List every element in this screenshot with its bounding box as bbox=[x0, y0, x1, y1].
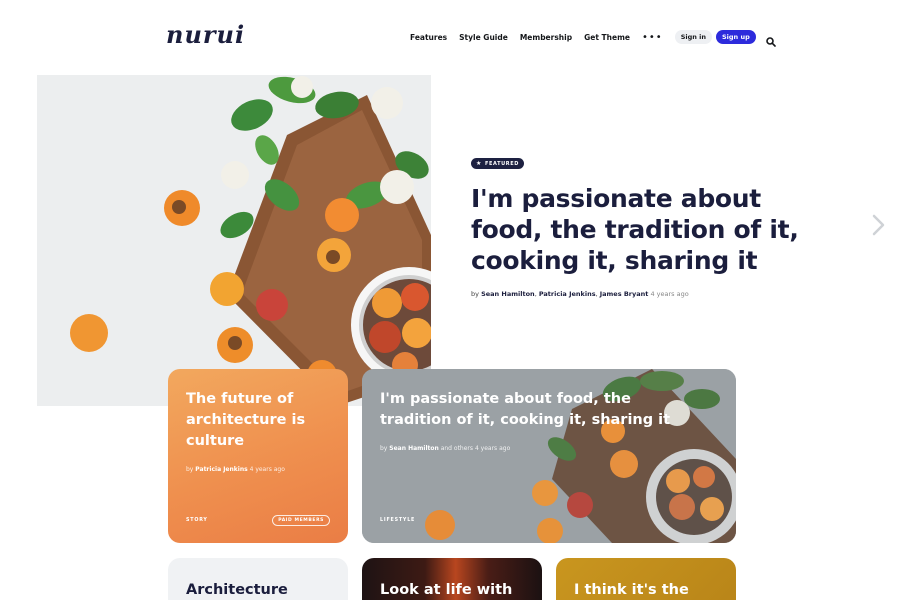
nav-membership[interactable]: Membership bbox=[520, 33, 572, 42]
main-nav: Features Style Guide Membership Get Them… bbox=[410, 30, 776, 47]
site-header: nurui Features Style Guide Membership Ge… bbox=[0, 0, 900, 72]
featured-badge-label: FEATURED bbox=[484, 160, 519, 167]
signup-button[interactable]: Sign up bbox=[716, 30, 756, 44]
chevron-right-icon[interactable] bbox=[868, 212, 888, 238]
post-tag[interactable]: LIFESTYLE bbox=[380, 518, 415, 523]
by-label: by bbox=[380, 445, 388, 452]
site-logo[interactable]: nurui bbox=[166, 20, 245, 49]
post-time: 4 years ago bbox=[474, 445, 511, 452]
featured-post: ★ FEATURED I'm passionate about food, th… bbox=[471, 150, 811, 298]
signin-button[interactable]: Sign in bbox=[674, 30, 712, 44]
post-card[interactable]: I'm passionate about food, the tradition… bbox=[362, 369, 736, 543]
post-tag[interactable]: STORY bbox=[186, 518, 208, 523]
author-link[interactable]: Patricia Jenkins bbox=[195, 466, 247, 473]
nav-style-guide[interactable]: Style Guide bbox=[459, 33, 508, 42]
nav-features[interactable]: Features bbox=[410, 33, 447, 42]
post-card-title[interactable]: I'm passionate about food, the tradition… bbox=[380, 389, 680, 431]
others-label: and others bbox=[440, 445, 474, 452]
more-menu-icon[interactable]: ••• bbox=[642, 32, 663, 42]
author-link[interactable]: Sean Hamilton bbox=[389, 445, 439, 452]
author-link[interactable]: Patricia Jenkins bbox=[539, 290, 596, 298]
nav-get-theme[interactable]: Get Theme bbox=[584, 33, 630, 42]
featured-post-title[interactable]: I'm passionate about food, the tradition… bbox=[471, 183, 811, 276]
post-time: 4 years ago bbox=[650, 290, 689, 298]
post-card-meta: by Patricia Jenkins 4 years ago bbox=[186, 466, 285, 473]
star-icon: ★ bbox=[476, 160, 482, 167]
search-icon[interactable] bbox=[765, 32, 776, 47]
post-card[interactable]: The future of architecture is culture by… bbox=[168, 369, 348, 543]
post-card[interactable]: Look at life with bbox=[362, 558, 542, 600]
author-link[interactable]: James Bryant bbox=[600, 290, 649, 298]
by-label: by bbox=[186, 466, 194, 473]
post-time: 4 years ago bbox=[249, 466, 285, 473]
by-label: by bbox=[471, 290, 479, 298]
post-card[interactable]: Architecture bbox=[168, 558, 348, 600]
post-card-title[interactable]: The future of architecture is culture bbox=[186, 389, 336, 452]
hero-image[interactable] bbox=[37, 75, 431, 406]
post-card-title[interactable]: Architecture bbox=[186, 580, 288, 600]
featured-badge: ★ FEATURED bbox=[471, 158, 524, 169]
paid-members-badge: PAID MEMBERS bbox=[272, 515, 330, 526]
food-photo-illustration bbox=[37, 75, 431, 406]
post-card-title[interactable]: I think it's the bbox=[574, 580, 689, 600]
featured-post-meta: by Sean Hamilton, Patricia Jenkins, Jame… bbox=[471, 290, 689, 298]
post-card-meta: by Sean Hamilton and others 4 years ago bbox=[380, 445, 510, 452]
author-link[interactable]: Sean Hamilton bbox=[481, 290, 535, 298]
post-card[interactable]: I think it's the bbox=[556, 558, 736, 600]
post-card-title[interactable]: Look at life with bbox=[380, 580, 512, 600]
